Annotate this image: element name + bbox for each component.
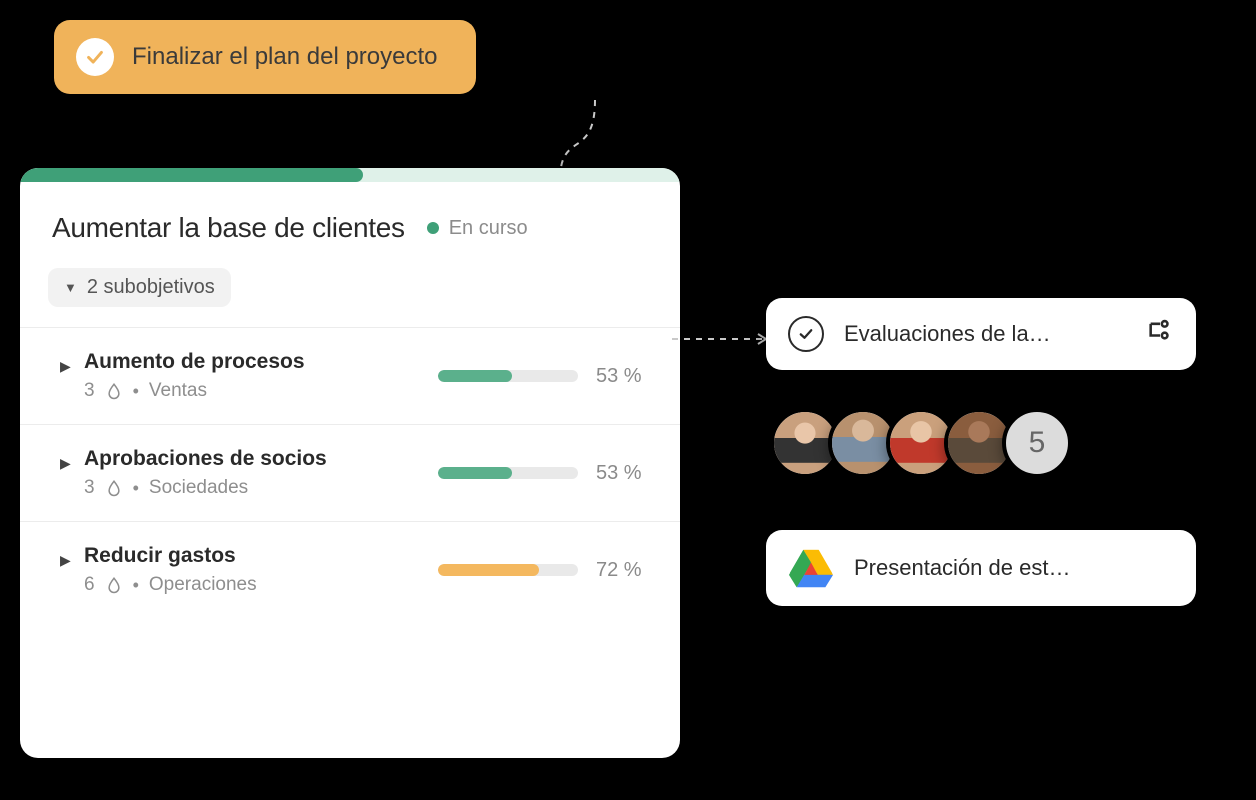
caret-right-icon: ▶ xyxy=(60,455,71,472)
attachment-label: Presentación de est… xyxy=(854,555,1070,581)
connector-line xyxy=(550,60,640,180)
subgoal-name: Aumento de procesos xyxy=(84,350,305,374)
droplet-icon xyxy=(105,479,123,497)
avatar-overflow[interactable]: 5 xyxy=(1002,408,1072,478)
subgoal-progress-fill xyxy=(438,467,512,479)
subgoal-meta: 3 • Sociedades xyxy=(84,477,327,499)
collaborator-avatars[interactable]: 5 xyxy=(770,408,1072,478)
objective-progress-bar xyxy=(20,168,680,182)
check-circle-icon xyxy=(76,38,114,76)
subgoal-team: Sociedades xyxy=(149,477,248,499)
subgoals-toggle[interactable]: ▼ 2 subobjetivos xyxy=(48,268,231,307)
connector-line xyxy=(670,324,778,354)
caret-right-icon: ▶ xyxy=(60,552,71,569)
subgoal-team: Operaciones xyxy=(149,574,257,596)
droplet-icon xyxy=(105,382,123,400)
subtask-icon[interactable] xyxy=(1146,318,1174,351)
subgoal-progress-bar xyxy=(438,467,578,479)
task-pill[interactable]: Finalizar el plan del proyecto xyxy=(54,20,476,94)
subgoal-row[interactable]: ▶ Aprobaciones de socios 3 • Sociedades … xyxy=(20,424,680,521)
subgoal-name: Aprobaciones de socios xyxy=(84,447,327,471)
status-dot-icon xyxy=(427,222,439,234)
subgoal-progress-fill xyxy=(438,564,539,576)
subgoal-count: 3 xyxy=(84,380,95,402)
subgoal-row[interactable]: ▶ Reducir gastos 6 • Operaciones 72 % xyxy=(20,521,680,618)
subgoal-meta: 3 • Ventas xyxy=(84,380,305,402)
objective-title[interactable]: Aumentar la base de clientes xyxy=(52,212,405,244)
subgoals-list: ▶ Aumento de procesos 3 • Ventas 53 % xyxy=(20,327,680,618)
subgoal-progress-bar xyxy=(438,370,578,382)
droplet-icon xyxy=(105,576,123,594)
status-label: En curso xyxy=(449,217,528,240)
caret-down-icon: ▼ xyxy=(64,280,77,295)
evaluation-card[interactable]: Evaluaciones de la… xyxy=(766,298,1196,370)
subgoals-toggle-label: 2 subobjetivos xyxy=(87,276,215,299)
avatar-overflow-count: 5 xyxy=(1029,426,1046,460)
subgoal-row[interactable]: ▶ Aumento de procesos 3 • Ventas 53 % xyxy=(20,327,680,424)
task-label: Finalizar el plan del proyecto xyxy=(132,43,438,71)
subgoal-progress-fill xyxy=(438,370,512,382)
subgoal-percent: 53 % xyxy=(596,462,652,485)
google-drive-icon xyxy=(788,548,834,588)
subgoal-progress-bar xyxy=(438,564,578,576)
evaluation-label: Evaluaciones de la… xyxy=(844,321,1051,347)
objective-status[interactable]: En curso xyxy=(427,217,528,240)
subgoal-meta: 6 • Operaciones xyxy=(84,574,257,596)
objective-progress-fill xyxy=(20,168,363,182)
check-circle-outline-icon xyxy=(788,316,824,352)
subgoal-team: Ventas xyxy=(149,380,207,402)
subgoal-count: 3 xyxy=(84,477,95,499)
objective-card: Aumentar la base de clientes En curso ▼ … xyxy=(20,168,680,758)
subgoal-percent: 72 % xyxy=(596,559,652,582)
subgoal-percent: 53 % xyxy=(596,365,652,388)
caret-right-icon: ▶ xyxy=(60,358,71,375)
attachment-card[interactable]: Presentación de est… xyxy=(766,530,1196,606)
subgoal-name: Reducir gastos xyxy=(84,544,257,568)
subgoal-count: 6 xyxy=(84,574,95,596)
